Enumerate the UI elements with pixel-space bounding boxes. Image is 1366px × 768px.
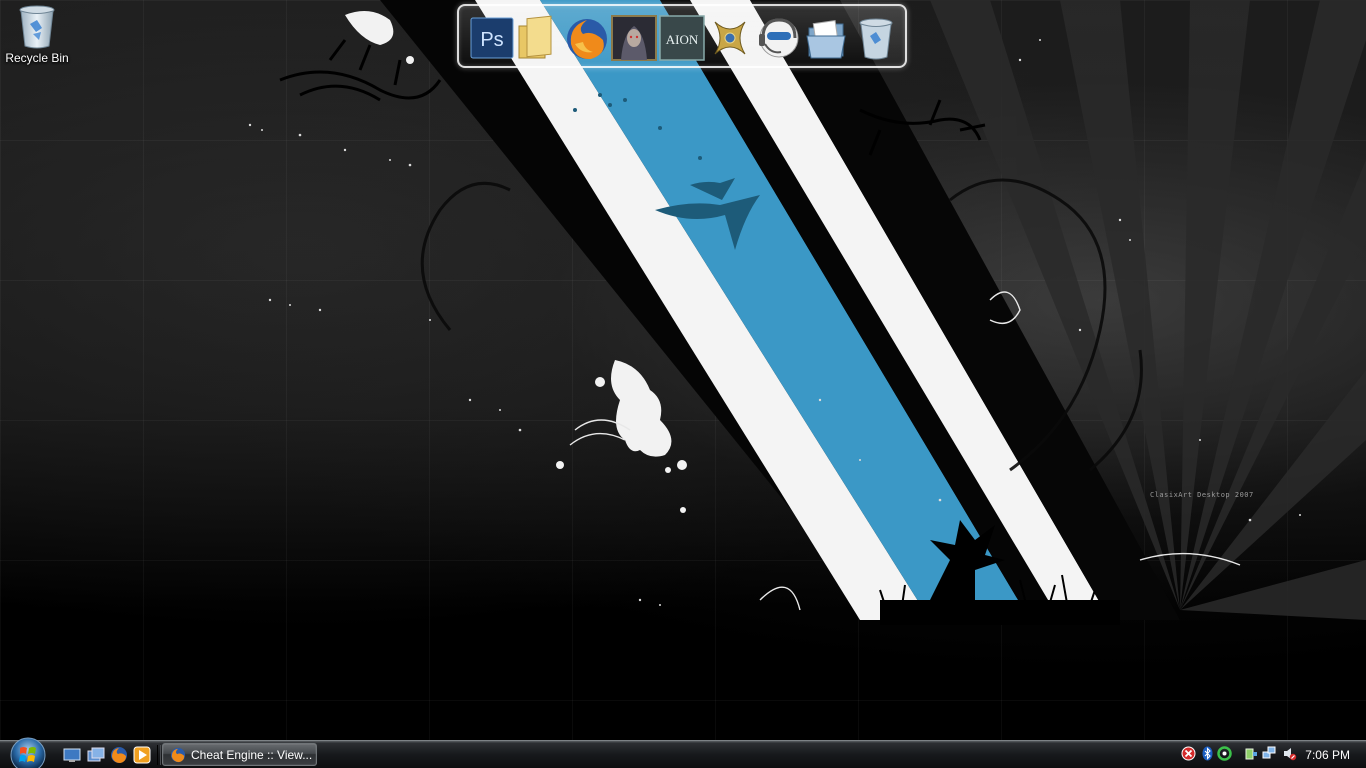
network-icon (1262, 746, 1276, 759)
start-orb-icon (10, 737, 46, 768)
dock-item-recycle-bin[interactable] (853, 14, 899, 62)
dock-item-headset-helper[interactable] (755, 14, 801, 62)
firefox-icon (170, 747, 186, 763)
start-button[interactable] (8, 736, 48, 768)
photoshop-icon: Ps (470, 17, 514, 59)
speaker-muted-icon (1284, 748, 1297, 761)
quick-launch-media-player[interactable] (133, 746, 151, 764)
dock-item-firefox[interactable] (563, 14, 609, 62)
tray-security-alert[interactable] (1181, 746, 1196, 761)
wallpaper-credit: ClasixArt Desktop 2007 (1150, 491, 1254, 499)
system-tray: 7:06 PM (1176, 743, 1366, 766)
quick-launch-firefox[interactable] (110, 746, 128, 764)
desktop-wallpaper: ClasixArt Desktop 2007 (0, 0, 1366, 740)
green-ring-icon (1217, 746, 1232, 761)
application-dock: Ps AION (457, 4, 907, 68)
tray-safely-remove[interactable] (1244, 746, 1259, 761)
usb-device-icon (1245, 748, 1257, 760)
switch-windows-icon (87, 747, 105, 762)
desktop-icon-label: Recycle Bin (5, 51, 69, 65)
red-x-shield-icon (1181, 746, 1196, 761)
quick-launch-separator (157, 745, 161, 765)
taskbar-clock[interactable]: 7:06 PM (1305, 748, 1350, 762)
documents-folder-icon (806, 20, 846, 59)
wallpaper-artwork (248, 0, 1366, 625)
dock-item-documents-folder[interactable] (803, 14, 849, 62)
firefox-icon (111, 747, 127, 763)
svg-text:Ps: Ps (480, 29, 503, 51)
dock-item-game-portrait[interactable] (611, 14, 657, 62)
tray-bluetooth[interactable] (1200, 746, 1215, 761)
tray-network[interactable] (1262, 746, 1277, 761)
show-desktop-icon (63, 748, 81, 762)
bluetooth-icon (1202, 746, 1213, 761)
dock-item-golden-emblem[interactable] (707, 14, 753, 62)
taskbar-button-label: Cheat Engine :: View... (191, 748, 313, 762)
recycle-bin-icon (859, 18, 893, 60)
headset-icon (759, 18, 799, 58)
quick-launch-switch-windows[interactable] (87, 746, 105, 764)
media-player-icon (133, 746, 151, 764)
recycle-bin-icon (15, 2, 59, 50)
desktop-icon-recycle-bin[interactable]: Recycle Bin (2, 2, 72, 72)
taskbar-button-cheat-engine[interactable]: Cheat Engine :: View... (162, 743, 317, 766)
emblem-icon (714, 21, 746, 55)
folder-icon (518, 15, 552, 59)
aion-icon: AION (659, 15, 705, 61)
firefox-icon (567, 19, 607, 60)
tray-green-circle-app[interactable] (1217, 746, 1232, 761)
game-portrait-icon (611, 15, 657, 61)
dock-item-folder[interactable] (515, 14, 561, 62)
dock-item-aion[interactable]: AION (659, 14, 705, 62)
taskbar: Cheat Engine :: View... 7:06 PM (0, 737, 1366, 768)
dock-item-photoshop[interactable]: Ps (469, 14, 515, 62)
tray-volume-muted[interactable] (1282, 746, 1297, 761)
svg-text:AION: AION (666, 32, 699, 47)
quick-launch-show-desktop[interactable] (63, 746, 81, 764)
